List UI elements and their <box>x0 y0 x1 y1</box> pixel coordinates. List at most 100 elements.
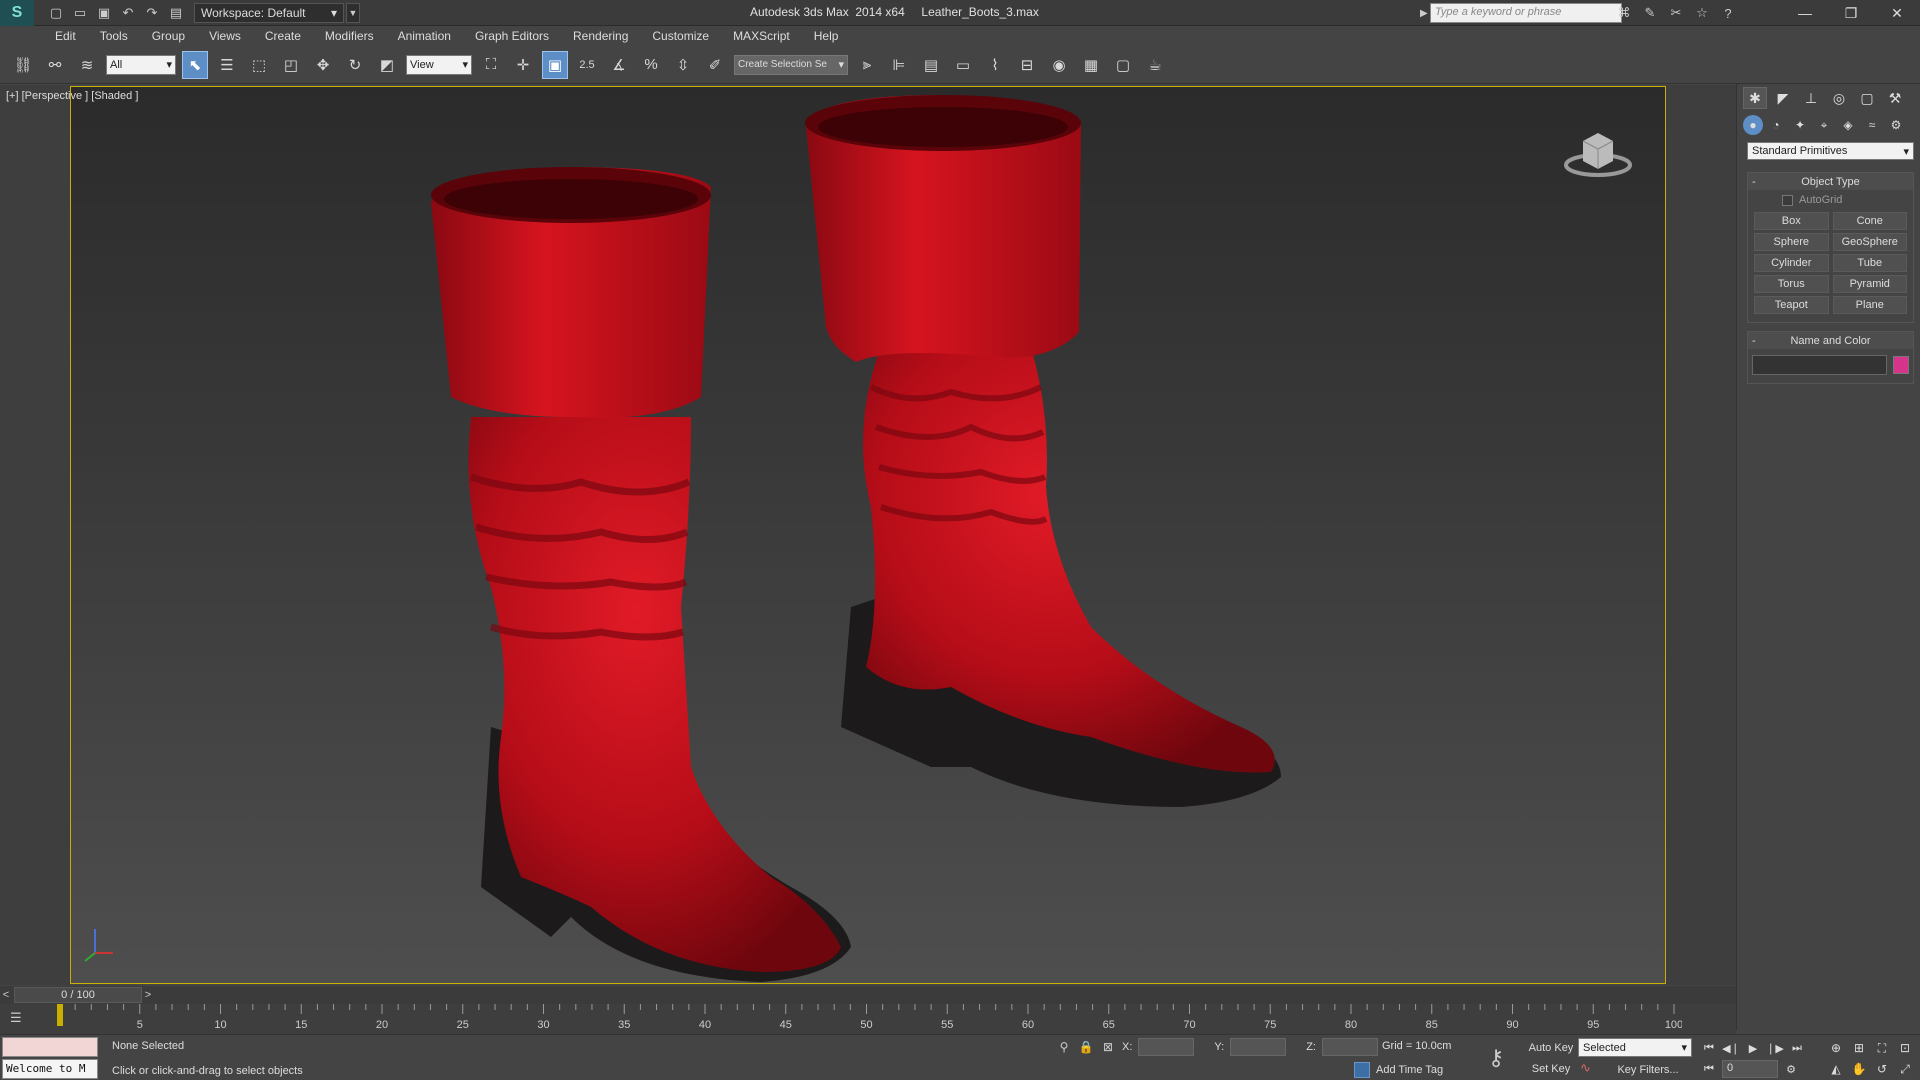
binoculars-icon[interactable]: ⌘ <box>1614 3 1634 23</box>
angle-snap-icon[interactable]: ∡ <box>606 51 632 79</box>
x-coordinate-field[interactable] <box>1138 1038 1195 1056</box>
orbit-icon[interactable]: ↺ <box>1872 1060 1892 1078</box>
graphite-ribbon-icon[interactable]: ▭ <box>950 51 976 79</box>
current-frame-field[interactable]: 0 <box>1722 1060 1778 1078</box>
modify-tab-icon[interactable]: ◤ <box>1771 87 1795 109</box>
restore-icon[interactable]: ❐ <box>1828 0 1874 26</box>
space-warps-icon[interactable]: ≈ <box>1861 115 1883 135</box>
rectangular-selection-icon[interactable]: ⬚ <box>246 51 272 79</box>
absolute-mode-icon[interactable]: ⊠ <box>1100 1039 1116 1055</box>
workspace-dropdown[interactable]: Workspace: Default ▾ <box>194 2 344 23</box>
key-mode-toggle-icon[interactable]: ⏮ <box>1700 1060 1718 1078</box>
menu-animation[interactable]: Animation <box>398 29 451 43</box>
shapes-icon[interactable]: ◔ <box>1765 115 1787 135</box>
menu-rendering[interactable]: Rendering <box>573 29 628 43</box>
sphere-button[interactable]: Sphere <box>1754 233 1829 251</box>
star-icon[interactable]: ☆ <box>1692 3 1712 23</box>
zoom-icon[interactable]: ⊕ <box>1826 1039 1846 1057</box>
close-icon[interactable]: ✕ <box>1874 0 1920 26</box>
menu-tools[interactable]: Tools <box>100 29 128 43</box>
app-logo-icon[interactable]: S <box>0 0 34 26</box>
pivot-center-icon[interactable]: ⛶ <box>478 51 504 79</box>
redo-icon[interactable]: ↷ <box>142 4 162 22</box>
go-to-start-icon[interactable]: ⏮ <box>1700 1039 1718 1057</box>
name-color-header[interactable]: - Name and Color <box>1748 332 1913 349</box>
mirror-icon[interactable]: ⫸ <box>854 51 880 79</box>
auto-key-button[interactable]: Auto Key <box>1526 1039 1576 1057</box>
new-file-icon[interactable]: ▢ <box>46 4 66 22</box>
display-tab-icon[interactable]: ▢ <box>1855 87 1879 109</box>
menu-modifiers[interactable]: Modifiers <box>325 29 374 43</box>
search-input[interactable]: Type a keyword or phrase <box>1430 3 1622 23</box>
menu-edit[interactable]: Edit <box>55 29 76 43</box>
help-icon[interactable]: ? <box>1718 3 1738 23</box>
select-and-move-icon[interactable]: ✥ <box>310 51 336 79</box>
default-in-out-tangent-icon[interactable]: ∿ <box>1580 1060 1591 1076</box>
next-frame-icon[interactable]: ❘▶ <box>1766 1039 1784 1057</box>
zoom-extents-all-icon[interactable]: ⊡ <box>1895 1039 1915 1057</box>
object-type-header[interactable]: - Object Type <box>1748 173 1913 190</box>
undo-icon[interactable]: ↶ <box>118 4 138 22</box>
time-slider-thumb[interactable]: 0 / 100 <box>14 987 142 1003</box>
render-setup-icon[interactable]: ▦ <box>1078 51 1104 79</box>
render-production-icon[interactable]: ☕ <box>1142 51 1168 79</box>
geosphere-button[interactable]: GeoSphere <box>1832 233 1907 251</box>
menu-help[interactable]: Help <box>814 29 839 43</box>
timeline-ruler[interactable]: 5 10 15 20 25 30 35 40 45 50 55 60 65 70 75 80 85 90 95 100 <box>57 1004 1682 1034</box>
field-of-view-icon[interactable]: ◭ <box>1826 1060 1846 1078</box>
select-object-icon[interactable]: ⬉ <box>182 50 208 79</box>
menu-views[interactable]: Views <box>209 29 241 43</box>
checkbox-icon[interactable] <box>1782 194 1793 206</box>
autogrid-checkbox[interactable]: AutoGrid <box>1748 190 1913 210</box>
teapot-button[interactable]: Teapot <box>1754 296 1829 314</box>
select-by-name-icon[interactable]: ☰ <box>214 51 240 79</box>
key-filters-button[interactable]: Key Filters... <box>1604 1060 1692 1079</box>
y-coordinate-field[interactable] <box>1230 1038 1287 1056</box>
motion-tab-icon[interactable]: ◎ <box>1827 87 1851 109</box>
object-color-swatch[interactable] <box>1893 356 1909 374</box>
open-file-icon[interactable]: ▭ <box>70 4 90 22</box>
box-button[interactable]: Box <box>1754 212 1829 230</box>
snaps-toggle-icon[interactable]: 2.5 <box>574 51 600 79</box>
create-tab-icon[interactable]: ✱ <box>1743 87 1767 109</box>
right-boot[interactable] <box>805 95 1281 807</box>
zoom-extents-icon[interactable]: ⛶ <box>1872 1039 1892 1057</box>
minimize-icon[interactable]: — <box>1782 0 1828 26</box>
select-and-link-icon[interactable]: ⛓ <box>10 51 36 79</box>
time-next-button[interactable]: > <box>142 989 154 1001</box>
time-configuration-icon[interactable]: ⚙ <box>1782 1060 1800 1078</box>
left-boot[interactable] <box>431 167 851 982</box>
cameras-icon[interactable]: ⌖ <box>1813 115 1835 135</box>
unlink-icon[interactable]: ⚯ <box>42 51 68 79</box>
tube-button[interactable]: Tube <box>1832 254 1907 272</box>
time-prev-button[interactable]: < <box>0 989 12 1001</box>
menu-customize[interactable]: Customize <box>652 29 709 43</box>
reference-coordinate-dropdown[interactable]: View ▾ <box>406 54 472 75</box>
schematic-view-icon[interactable]: ⊟ <box>1014 51 1040 79</box>
play-icon[interactable]: ▶ <box>1744 1039 1762 1057</box>
viewcube-icon[interactable] <box>1563 123 1633 183</box>
manipulate-icon[interactable]: ✛ <box>510 51 536 79</box>
menu-graph-editors[interactable]: Graph Editors <box>475 29 549 43</box>
hierarchy-tab-icon[interactable]: ⊥ <box>1799 87 1823 109</box>
edit-named-selection-icon[interactable]: ✐ <box>702 51 728 79</box>
key-user-icon[interactable]: ✎ <box>1640 3 1660 23</box>
maxscript-listener-input[interactable]: Welcome to M <box>2 1059 98 1079</box>
menu-group[interactable]: Group <box>152 29 185 43</box>
maximize-viewport-icon[interactable]: ⤢ <box>1895 1060 1915 1078</box>
keyboard-shortcut-override-icon[interactable]: ▣ <box>542 50 568 79</box>
pan-icon[interactable]: ✋ <box>1849 1060 1869 1078</box>
layer-manager-icon[interactable]: ▤ <box>918 51 944 79</box>
set-key-icon[interactable]: ⚷ <box>1488 1045 1504 1071</box>
exchange-icon[interactable]: ✂ <box>1666 3 1686 23</box>
boots-model[interactable] <box>431 87 1331 984</box>
perspective-viewport[interactable] <box>70 86 1666 984</box>
key-mode-dropdown[interactable]: Selected ▾ <box>1578 1038 1692 1057</box>
curve-editor-icon[interactable]: ⌇ <box>982 51 1008 79</box>
selection-lock-icon[interactable]: 🔒 <box>1078 1039 1094 1055</box>
track-bar[interactable]: ☰ 5 10 15 20 25 30 35 40 45 50 55 60 65 70 75 80 85 90 95 1… <box>0 1004 1736 1034</box>
caret-right-icon[interactable]: ▶ <box>1420 8 1430 19</box>
selection-filter-dropdown[interactable]: All ▾ <box>106 54 176 75</box>
save-file-icon[interactable]: ▣ <box>94 4 114 22</box>
menu-maxscript[interactable]: MAXScript <box>733 29 790 43</box>
